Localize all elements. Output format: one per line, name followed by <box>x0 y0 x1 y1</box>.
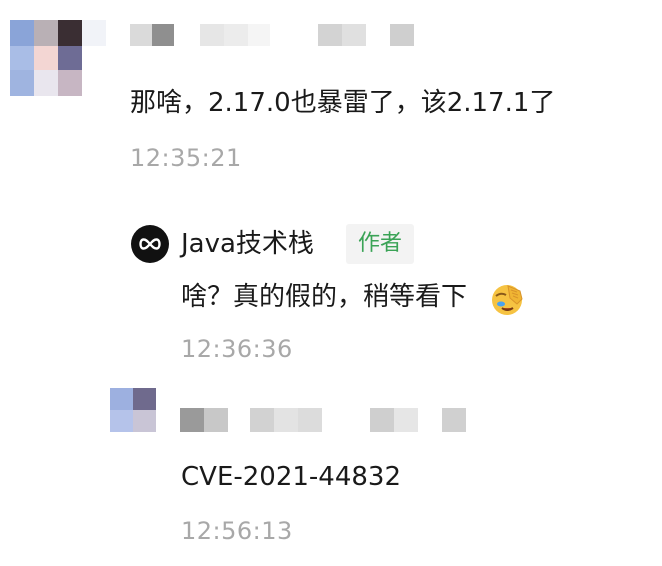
avatar[interactable] <box>110 388 156 432</box>
comment-text: 那啥，2.17.0也暴雷了，该2.17.1了 <box>130 88 556 118</box>
author-logo[interactable] <box>131 225 169 263</box>
infinity-icon <box>139 238 161 250</box>
author-name[interactable]: Java技术栈 <box>181 227 314 261</box>
comment-text: CVE-2021-44832 <box>181 462 402 492</box>
commenter-name-blurred <box>130 24 420 46</box>
commenter-name-blurred <box>180 408 470 432</box>
author-badge: 作者 <box>346 224 415 264</box>
comment-time: 12:35:21 <box>130 144 242 172</box>
comment-time: 12:36:36 <box>181 335 293 363</box>
comment-time: 12:56:13 <box>181 517 293 545</box>
avatar[interactable] <box>10 20 106 96</box>
comment-text: 啥？真的假的，稍等看下 <box>181 282 468 312</box>
face-palm-crying-icon <box>492 285 523 315</box>
